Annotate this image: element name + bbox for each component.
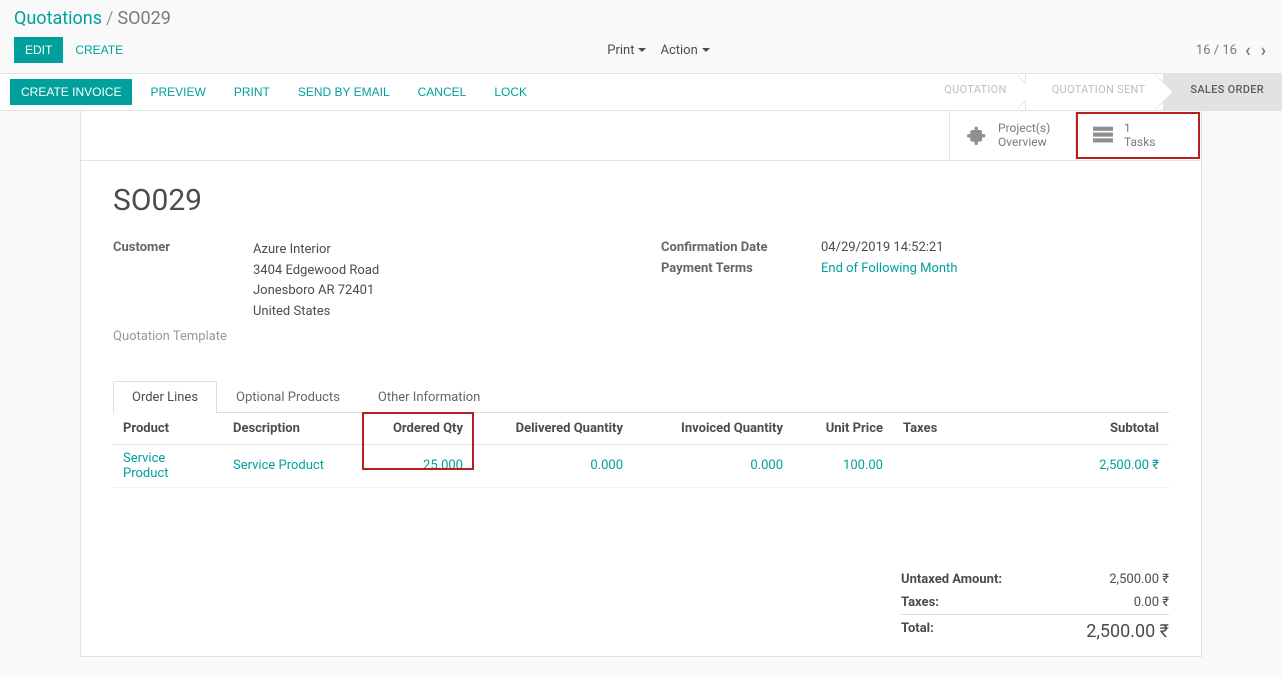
- control-bar: EDIT CREATE Print Action 16 / 16 ‹ ›: [0, 35, 1282, 73]
- tabs: Order Lines Optional Products Other Info…: [113, 380, 1169, 413]
- step-order[interactable]: SALES ORDER: [1163, 74, 1282, 110]
- cell-price: 100.00: [793, 444, 893, 487]
- pager-next[interactable]: ›: [1259, 40, 1268, 61]
- tab-optional[interactable]: Optional Products: [217, 381, 359, 413]
- tasks-icon: [1092, 124, 1114, 146]
- col-invoiced-qty[interactable]: Invoiced Quantity: [633, 413, 793, 445]
- total-label: Total:: [901, 621, 934, 642]
- print-dropdown[interactable]: Print: [607, 43, 646, 58]
- tasks-button[interactable]: 1 Tasks: [1075, 111, 1201, 160]
- col-description[interactable]: Description: [223, 413, 363, 445]
- stat-label: Tasks: [1124, 135, 1156, 149]
- breadcrumb: Quotations/SO029: [0, 0, 1282, 35]
- confirm-date-label: Confirmation Date: [661, 240, 821, 255]
- cancel-button[interactable]: CANCEL: [404, 79, 481, 105]
- table-row[interactable]: Service Product Service Product 25.000 0…: [113, 444, 1169, 487]
- taxes-value: 0.00 ₹: [1134, 595, 1169, 610]
- untaxed-label: Untaxed Amount:: [901, 572, 1002, 587]
- payment-terms-value[interactable]: End of Following Month: [821, 261, 1169, 276]
- cell-invoiced: 0.000: [633, 444, 793, 487]
- preview-button[interactable]: PREVIEW: [136, 79, 219, 105]
- stat-label: Project(s): [998, 121, 1050, 135]
- cell-ordered: 25.000: [363, 444, 473, 487]
- create-invoice-button[interactable]: CREATE INVOICE: [10, 79, 132, 105]
- print-button[interactable]: PRINT: [220, 79, 284, 105]
- order-lines-table: Product Description Ordered Qty Delivere…: [113, 413, 1169, 488]
- pager-position: 16 / 16: [1196, 43, 1237, 58]
- caret-icon: [638, 48, 646, 52]
- cell-product[interactable]: Service Product: [113, 444, 223, 487]
- confirm-date-value: 04/29/2019 14:52:21: [821, 240, 1169, 255]
- status-bar: CREATE INVOICE PREVIEW PRINT SEND BY EMA…: [0, 73, 1282, 111]
- col-ordered-qty[interactable]: Ordered Qty: [363, 413, 473, 445]
- cell-desc: Service Product: [223, 444, 363, 487]
- untaxed-value: 2,500.00 ₹: [1109, 572, 1169, 587]
- lock-button[interactable]: LOCK: [480, 79, 541, 105]
- create-button[interactable]: CREATE: [63, 38, 135, 62]
- cell-subtotal: 2,500.00 ₹: [953, 444, 1169, 487]
- pager-prev[interactable]: ‹: [1243, 40, 1253, 61]
- col-product[interactable]: Product: [113, 413, 223, 445]
- step-sent[interactable]: QUOTATION SENT: [1025, 74, 1164, 110]
- col-taxes[interactable]: Taxes: [893, 413, 953, 445]
- order-title: SO029: [113, 183, 1169, 218]
- totals: Untaxed Amount: 2,500.00 ₹ Taxes: 0.00 ₹…: [901, 568, 1201, 656]
- step-quotation[interactable]: QUOTATION: [918, 74, 1024, 110]
- customer-label: Customer: [113, 240, 253, 323]
- projects-overview-button[interactable]: Project(s) Overview: [949, 111, 1075, 160]
- send-email-button[interactable]: SEND BY EMAIL: [284, 79, 404, 105]
- col-unit-price[interactable]: Unit Price: [793, 413, 893, 445]
- breadcrumb-root[interactable]: Quotations: [14, 8, 102, 29]
- tab-other[interactable]: Other Information: [359, 381, 499, 413]
- caret-icon: [702, 48, 710, 52]
- puzzle-icon: [966, 124, 988, 146]
- action-dropdown[interactable]: Action: [660, 43, 709, 58]
- pager: 16 / 16 ‹ ›: [1196, 40, 1268, 61]
- customer-value[interactable]: Azure Interior 3404 Edgewood Road Jonesb…: [253, 240, 621, 323]
- template-label: Quotation Template: [113, 329, 253, 344]
- stat-buttons: Project(s) Overview 1 Tasks: [81, 111, 1201, 161]
- tab-order-lines[interactable]: Order Lines: [113, 381, 217, 413]
- payment-terms-label: Payment Terms: [661, 261, 821, 276]
- edit-button[interactable]: EDIT: [14, 37, 63, 63]
- cell-tax: [893, 444, 953, 487]
- stat-label: Overview: [998, 135, 1050, 149]
- form-sheet: Project(s) Overview 1 Tasks SO029 Cu: [80, 111, 1202, 657]
- cell-delivered: 0.000: [473, 444, 633, 487]
- col-delivered-qty[interactable]: Delivered Quantity: [473, 413, 633, 445]
- stat-value: 1: [1124, 121, 1156, 135]
- total-value: 2,500.00 ₹: [1086, 621, 1169, 642]
- breadcrumb-current: SO029: [117, 8, 170, 29]
- taxes-label: Taxes:: [901, 595, 939, 610]
- status-steps: QUOTATION QUOTATION SENT SALES ORDER: [918, 74, 1282, 110]
- col-subtotal[interactable]: Subtotal: [953, 413, 1169, 445]
